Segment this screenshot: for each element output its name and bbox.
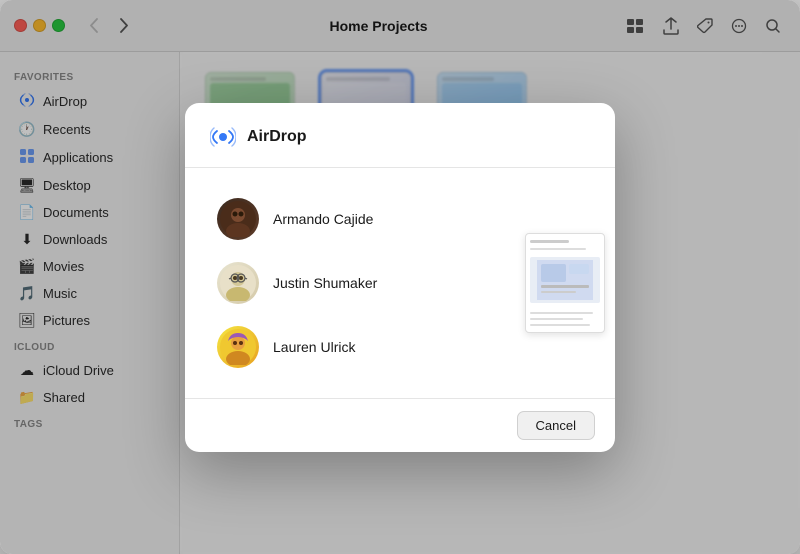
- modal-body: Armando Cajide: [185, 168, 615, 398]
- person-lauren[interactable]: Lauren Ulrick: [193, 316, 507, 378]
- person-justin[interactable]: Justin Shumaker: [193, 252, 507, 314]
- main-area: Favorites AirDrop 🕐 Recents: [0, 52, 800, 554]
- preview-thumbnail: [525, 233, 605, 333]
- preview-image: [530, 257, 600, 303]
- airdrop-modal: AirDrop: [185, 103, 615, 452]
- avatar-armando: [217, 198, 259, 240]
- avatar-justin: [217, 262, 259, 304]
- person-name-lauren: Lauren Ulrick: [273, 339, 355, 355]
- person-name-armando: Armando Cajide: [273, 211, 373, 227]
- preview-text-lines: [530, 306, 600, 326]
- finder-window: Home Projects: [0, 0, 800, 554]
- modal-header: AirDrop: [185, 123, 615, 168]
- person-armando[interactable]: Armando Cajide: [193, 188, 507, 250]
- airdrop-modal-icon: [209, 123, 237, 151]
- cancel-button[interactable]: Cancel: [517, 411, 595, 440]
- modal-overlay: AirDrop: [0, 52, 800, 554]
- modal-footer: Cancel: [185, 398, 615, 452]
- avatar-lauren: [217, 326, 259, 368]
- preview-panel: [515, 178, 615, 388]
- person-name-justin: Justin Shumaker: [273, 275, 377, 291]
- modal-title: AirDrop: [247, 128, 307, 146]
- people-list: Armando Cajide: [185, 178, 515, 388]
